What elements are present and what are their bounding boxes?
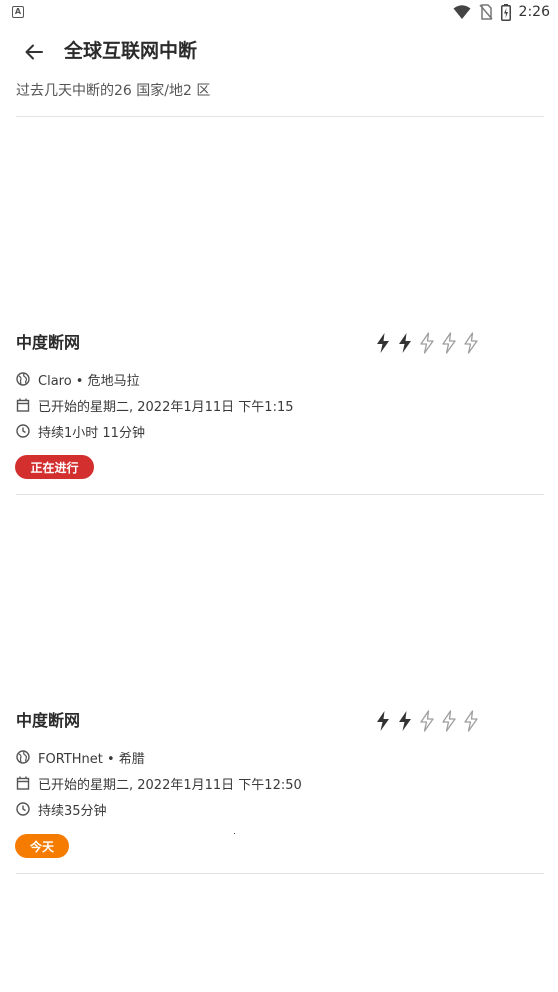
bolt-outline-icon bbox=[442, 332, 456, 354]
bolt-outline-icon bbox=[420, 332, 434, 354]
globe-icon bbox=[16, 372, 30, 386]
bolt-outline-icon bbox=[464, 710, 478, 732]
status-badge: 正在进行 bbox=[15, 455, 94, 479]
provider-row: Claro • 危地马拉 bbox=[16, 369, 140, 389]
notification-icon: A bbox=[12, 6, 24, 18]
duration-text: 持续35分钟 bbox=[38, 803, 107, 819]
clock-icon bbox=[16, 424, 30, 438]
duration-row: 持续35分钟 bbox=[16, 799, 107, 819]
bolt-outline-icon bbox=[420, 710, 434, 732]
status-icons: 2:26 bbox=[453, 2, 550, 22]
start-time-text: 已开始的星期二, 2022年1月11日 下午12:50 bbox=[38, 777, 302, 793]
duration-row: 持续1小时 11分钟 bbox=[16, 421, 145, 441]
provider-text: FORTHnet • 希腊 bbox=[38, 751, 145, 767]
clock: 2:26 bbox=[518, 4, 550, 20]
start-time-row: 已开始的星期二, 2022年1月11日 下午12:50 bbox=[16, 773, 302, 793]
arrow-left-icon bbox=[25, 44, 43, 60]
bolt-outline-icon bbox=[442, 710, 456, 732]
severity-label: 中度断网 bbox=[16, 711, 81, 730]
severity-label: 中度断网 bbox=[16, 333, 81, 352]
divider bbox=[16, 494, 544, 495]
divider bbox=[16, 116, 544, 117]
bolt-outline-icon bbox=[464, 332, 478, 354]
bolt-filled-icon bbox=[399, 333, 411, 353]
no-sim-icon bbox=[478, 4, 493, 20]
globe-icon bbox=[16, 750, 30, 764]
status-bar: A 2:26 bbox=[0, 0, 558, 24]
page-subtitle: 过去几天中断的26 国家/地2 区 bbox=[16, 83, 211, 99]
bolt-filled-icon bbox=[377, 711, 389, 731]
app-bar: 全球互联网中断 bbox=[0, 24, 558, 80]
artifact-dot bbox=[234, 833, 235, 834]
calendar-icon bbox=[16, 398, 30, 412]
clock-icon bbox=[16, 802, 30, 816]
start-time-row: 已开始的星期二, 2022年1月11日 下午1:15 bbox=[16, 395, 294, 415]
duration-text: 持续1小时 11分钟 bbox=[38, 425, 145, 441]
severity-rating bbox=[374, 710, 480, 732]
provider-row: FORTHnet • 希腊 bbox=[16, 747, 145, 767]
start-time-text: 已开始的星期二, 2022年1月11日 下午1:15 bbox=[38, 399, 294, 415]
status-badge: 今天 bbox=[15, 834, 69, 858]
severity-rating bbox=[374, 332, 480, 354]
provider-text: Claro • 危地马拉 bbox=[38, 373, 140, 389]
wifi-icon bbox=[453, 5, 471, 19]
calendar-icon bbox=[16, 776, 30, 790]
battery-icon bbox=[500, 3, 511, 21]
bolt-filled-icon bbox=[399, 711, 411, 731]
divider bbox=[16, 873, 544, 874]
page-title: 全球互联网中断 bbox=[64, 40, 198, 62]
bolt-filled-icon bbox=[377, 333, 389, 353]
back-button[interactable] bbox=[20, 38, 48, 66]
